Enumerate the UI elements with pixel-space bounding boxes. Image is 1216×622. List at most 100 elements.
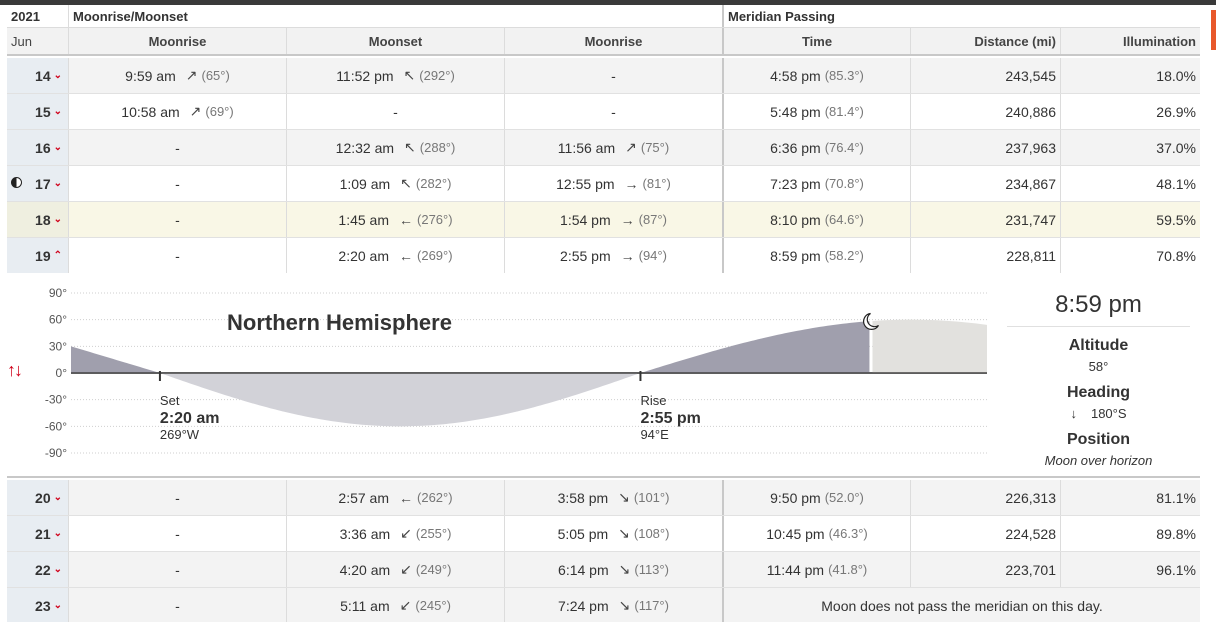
azimuth-degrees: (262°): [417, 490, 453, 505]
distance-cell: 237,963: [911, 130, 1061, 165]
meridian-cell: 6:36 pm (76.4°): [724, 130, 911, 165]
meridian-time: 5:48 pm: [770, 103, 821, 120]
rise2-cell: 2:55 pm → (94°): [505, 238, 724, 273]
direction-arrow-icon: ↗: [625, 139, 637, 155]
col-moonset: Moonset: [287, 28, 505, 54]
illumination-cell: 89.8%: [1156, 525, 1196, 542]
above-horizon-area: [640, 321, 870, 373]
day-number: 19: [35, 247, 51, 264]
table-row[interactable]: 16 ⌄ - 12:32 am ↖ (288°) 11:56 am ↗ (75°) 6:36 pm…: [7, 130, 1200, 166]
illumination-cell: 70.8%: [1156, 247, 1196, 264]
illumination-cell: 48.1%: [1156, 175, 1196, 192]
meridian-note: Moon does not pass the meridian on this …: [821, 597, 1103, 614]
meridian-time: 9:50 pm: [770, 489, 821, 506]
table-row[interactable]: 15 ⌄ 10:58 am ↗ (69°) - -5:48 pm (81.4°) 240,886…: [7, 94, 1200, 130]
table-row[interactable]: 20 ⌄ - 2:57 am ← (262°) 3:58 pm ↘ (101°) 9:50 pm(…: [7, 480, 1200, 516]
rise1-cell: -: [69, 166, 287, 201]
meridian-altitude: (85.3°): [824, 68, 864, 83]
azimuth-degrees: (117°): [634, 598, 669, 613]
rise1-cell: 10:58 am ↗ (69°): [69, 94, 287, 129]
direction-arrow-icon: ↖: [403, 67, 416, 83]
table-row[interactable]: 23 ⌄ - 5:11 am ↙ (245°) 7:24 pm ↘ (117°) Moon doe…: [7, 588, 1200, 622]
day-toggle[interactable]: 19 ⌃: [7, 238, 69, 273]
chevron-down-icon: ⌄: [53, 178, 62, 189]
rise1-cell: -: [69, 202, 287, 237]
set-cell: 12:32 am ↖ (288°): [287, 130, 505, 165]
azimuth-degrees: (276°): [417, 212, 453, 227]
future-area: [872, 319, 987, 373]
day-toggle[interactable]: 23 ⌄: [7, 588, 69, 622]
table-row[interactable]: 14 ⌄ 9:59 am ↗ (65°) 11:52 pm ↖ (292°) -4:58 pm(…: [7, 58, 1200, 94]
distance-cell: 240,886: [911, 94, 1061, 129]
set-cell: 11:52 pm ↖ (292°): [287, 58, 505, 93]
meridian-time: 4:58 pm: [770, 67, 821, 84]
col-illumination: Illumination: [1123, 33, 1196, 49]
day-toggle[interactable]: 18 ⌄: [7, 202, 69, 237]
meridian-time: 8:10 pm: [770, 211, 821, 228]
rise2-time: 1:54 pm: [560, 211, 611, 228]
illumination-cell: 59.5%: [1156, 211, 1196, 228]
day-toggle[interactable]: 21 ⌄: [7, 516, 69, 551]
header-group-row: 2021 Moonrise/Moonset Meridian Passing: [7, 5, 1200, 28]
azimuth-degrees: (269°): [417, 248, 453, 263]
day-toggle[interactable]: 14 ⌄: [7, 58, 69, 93]
illumination-cell: 26.9%: [1156, 103, 1196, 120]
meridian-cell: 4:58 pm (85.3°): [724, 58, 911, 93]
set-label: Set: [160, 393, 180, 408]
set-time: 3:36 am: [339, 525, 391, 542]
altitude-label: Altitude: [1068, 337, 1129, 354]
distance-cell: 234,867: [911, 166, 1061, 201]
table-row[interactable]: 17 ⌄ - 1:09 am ↖ (282°) 12:55 pm → (81°) 7:23 pm(…: [7, 166, 1200, 202]
rise2-cell: 5:05 pm ↘ (108°): [505, 516, 724, 551]
table-row[interactable]: 19 ⌃ - 2:20 am ← (269°) 2:55 pm → (94°) 8:59 pm (5…: [7, 238, 1200, 274]
heading-value: 180°S: [1090, 406, 1127, 421]
above-horizon-area: [71, 346, 159, 373]
rise2-cell: 6:14 pm ↘ (113°): [505, 552, 724, 587]
meridian-time: 8:59 pm: [770, 247, 821, 264]
chevron-down-icon: ⌄: [53, 528, 62, 539]
chevron-up-icon: ⌃: [53, 250, 62, 261]
direction-arrow-icon: ↘: [618, 597, 631, 613]
day-toggle[interactable]: 15 ⌄: [7, 94, 69, 129]
direction-arrow-icon: ↖: [404, 139, 416, 155]
day-toggle[interactable]: 22 ⌄: [7, 552, 69, 587]
rise1-cell: -: [69, 588, 287, 622]
rise1-time: 9:59 am: [125, 67, 176, 84]
set-time: 1:45 am: [338, 211, 390, 228]
moon-altitude-chart: 90° 60° 30° 0° -30° -60° -90° Set 2:20 am269°W Ri…: [45, 286, 987, 460]
rise2-time: 2:55 pm: [560, 247, 611, 264]
rise2-cell: 3:58 pm ↘ (101°): [505, 480, 724, 515]
day-number: 16: [35, 139, 51, 156]
table-row[interactable]: 18 ⌄ - 1:45 am ← (276°) 1:54 pm → (87°) 8:10 pm (6…: [7, 202, 1200, 238]
illumination-cell: 18.0%: [1156, 67, 1196, 84]
set-cell: -: [287, 94, 505, 129]
set-time: 2:57 am: [338, 489, 390, 506]
meridian-time: 10:45 pm: [766, 525, 825, 542]
direction-arrow-icon: ↗: [185, 67, 198, 83]
day-toggle[interactable]: 17 ⌄: [7, 166, 69, 201]
meridian-altitude: (76.4°): [824, 140, 864, 155]
set-time: 11:52 pm: [336, 67, 394, 84]
day-detail-panel: 90° 60° 30° 0° -30° -60° -90° Set 2:20 am 269°W Ri…: [7, 273, 1200, 478]
meridian-altitude: (58.2°): [824, 248, 864, 263]
rise-label: Rise: [640, 393, 666, 408]
table-row[interactable]: 21 ⌄ - 3:36 am ↙ (255°) 5:05 pm ↘ (108°) 10:45 pm…: [7, 516, 1200, 552]
set-time: 2:20 am: [160, 410, 220, 427]
set-direction: 269°W: [160, 427, 200, 442]
y-tick-label: 60°: [49, 313, 67, 327]
rise1-cell: -: [69, 238, 287, 273]
day-toggle[interactable]: 20 ⌄: [7, 480, 69, 515]
day-number: 15: [35, 103, 51, 120]
rise2-cell: -: [505, 94, 724, 129]
rise2-time: 11:56 am: [557, 139, 616, 156]
direction-arrow-icon: ↖: [400, 175, 412, 191]
table-row[interactable]: 22 ⌄ - 4:20 am ↙ (249°) 6:14 pm ↘ (113°) 11:44 pm…: [7, 552, 1200, 588]
azimuth-degrees: (65°): [201, 68, 230, 83]
up-down-arrows-icon[interactable]: ↑↓: [7, 360, 23, 381]
day-toggle[interactable]: 16 ⌄: [7, 130, 69, 165]
set-time: 12:32 am: [335, 139, 395, 156]
meridian-cell: 11:44 pm (41.8°): [724, 552, 911, 587]
hemisphere-title: Northern Hemisphere: [227, 310, 452, 335]
azimuth-degrees: (87°): [638, 212, 667, 227]
rise-time: 2:55 pm: [640, 410, 700, 427]
